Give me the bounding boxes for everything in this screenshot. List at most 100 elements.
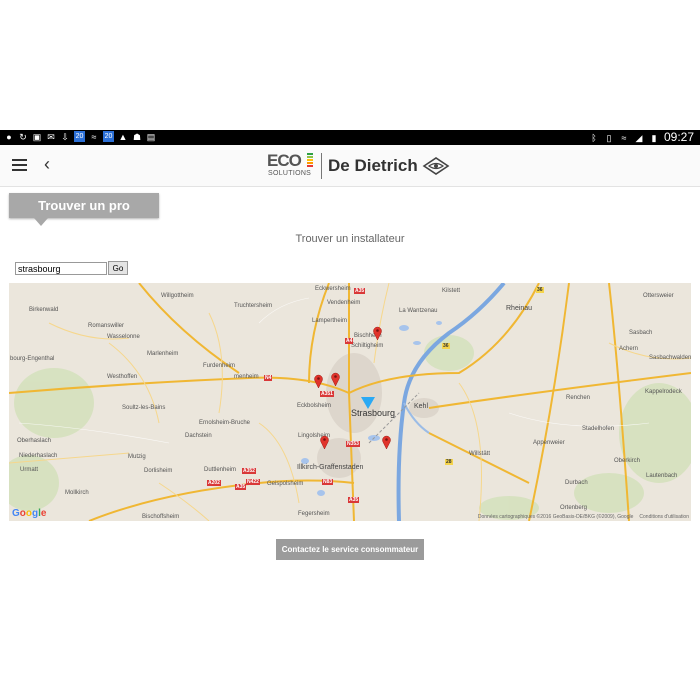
map-place-label: bourg-Engenthal: [10, 356, 55, 362]
app-header: ‹ ECO SOLUTIONS De Dietrich: [0, 145, 700, 187]
road-number-badge: N353: [346, 441, 360, 447]
map-place-label: Schiltigheim: [351, 343, 384, 349]
road-number-badge: N422: [246, 479, 260, 485]
map-background: [9, 283, 691, 521]
battery-icon: ▮: [651, 132, 657, 143]
map-place-label: Marlenheim: [147, 351, 179, 357]
eco-solutions-logo: ECO SOLUTIONS: [265, 151, 313, 181]
map-place-label: Dorlisheim: [144, 468, 173, 474]
back-arrow-icon[interactable]: ‹: [44, 154, 50, 175]
map-place-label: Ortenberg: [560, 505, 588, 511]
contact-consumer-service-button[interactable]: Contactez le service consommateur: [276, 539, 424, 560]
eco-logo-text: ECO: [267, 151, 302, 170]
tab-trouver-un-pro[interactable]: Trouver un pro: [9, 193, 159, 218]
road-number-badge: N83: [322, 479, 334, 485]
road-number-badge: N4: [264, 375, 273, 381]
map-place-label: Sasbachwalden: [649, 355, 691, 361]
map-place-label: Romanswiller: [88, 323, 125, 329]
badge-20-icon: 20: [74, 131, 85, 142]
eco-energy-bar: [307, 165, 313, 167]
download-icon: ⇩: [61, 131, 69, 142]
road-number-badge: A202: [207, 480, 221, 486]
eco-logo-subtitle: SOLUTIONS: [268, 170, 312, 177]
map-place-label: Willstätt: [469, 451, 490, 457]
map-attribution: Données cartographiques ©2016 GeoBasis-D…: [478, 514, 689, 520]
map-place-label: menheim: [234, 374, 259, 380]
map-place-label: Kehl: [414, 403, 429, 410]
map-copyright-text: Données cartographiques ©2016 GeoBasis-D…: [477, 514, 634, 520]
map-place-label: Eckwersheim: [315, 286, 351, 292]
page-subtitle: Trouver un installateur: [295, 233, 405, 245]
status-bar: ● ↻ ▣ ✉ ⇩ 20 ≈ 20 ▲ ☗ ▤ ᛒ ▯ ≈ ◢ ▮ 09:27: [0, 130, 700, 145]
map-place-label: Geispolsheim: [267, 481, 304, 487]
wifi-signal-icon: ≈: [621, 132, 627, 143]
eco-energy-bar: [307, 159, 313, 161]
clipboard-icon: ▤: [146, 131, 156, 142]
map-place-label: Dachstein: [185, 433, 212, 439]
installer-map-pin-icon[interactable]: [382, 435, 391, 449]
eco-energy-bars: [307, 153, 313, 168]
current-location-icon: [361, 397, 375, 409]
map-place-label: Renchen: [566, 395, 591, 401]
map-place-label: Mutzig: [128, 454, 146, 460]
map-place-label: La Wantzenau: [399, 308, 438, 314]
map-place-label: Bischoffsheim: [142, 514, 180, 520]
map-place-label: Lampertheim: [312, 318, 348, 324]
road-number-badge: A352: [242, 468, 256, 474]
go-button[interactable]: Go: [108, 261, 128, 275]
map-place-label: Mollkirch: [65, 490, 89, 496]
google-logo: Google: [12, 508, 47, 519]
bluetooth-icon: ᛒ: [591, 132, 597, 143]
vibrate-icon: ▯: [606, 132, 612, 143]
installer-map-pin-icon[interactable]: [373, 326, 382, 340]
hamburger-menu-icon[interactable]: [12, 159, 27, 171]
brand-divider: [321, 153, 322, 179]
eco-energy-bar: [307, 162, 313, 164]
map-place-label: Ottersweier: [643, 293, 674, 299]
location-search-input[interactable]: [15, 262, 107, 275]
status-bar-notifications: ● ↻ ▣ ✉ ⇩ 20 ≈ 20 ▲ ☗ ▤: [4, 131, 156, 142]
map-place-label: Soultz-les-Bains: [122, 405, 166, 411]
map-place-label: Illkirch-Graffenstaden: [297, 464, 364, 471]
brand-logo: ECO SOLUTIONS De Dietrich: [265, 151, 450, 181]
de-dietrich-logo-text: De Dietrich: [328, 156, 418, 175]
lock-icon: ▣: [32, 131, 42, 142]
map-place-label: Birkenwald: [29, 307, 59, 313]
map-place-label: Oberhaslach: [17, 438, 52, 444]
map-view[interactable]: Eckwersheim Kilstett Ottersweier Willgotthe…: [9, 283, 691, 521]
map-place-label: Stadelhofen: [582, 426, 615, 432]
map-place-label: Strasbourg: [351, 408, 396, 418]
road-number-badge: 28: [445, 459, 453, 465]
shield-icon: ●: [6, 131, 12, 142]
map-place-label: Ernolsheim-Bruche: [199, 420, 251, 426]
eco-energy-bar: [307, 153, 313, 155]
cell-signal-icon: ◢: [635, 132, 643, 143]
road-number-badge: A35: [354, 288, 366, 294]
eco-energy-bar: [307, 156, 313, 158]
map-place-label: Sasbach: [629, 330, 653, 336]
road-number-badge: 36: [536, 287, 544, 293]
map-place-label: Lautenbach: [646, 473, 678, 479]
map-place-label: Fegersheim: [298, 511, 330, 517]
map-place-label: Vendenheim: [327, 300, 361, 306]
map-place-label: Eckbolsheim: [297, 403, 332, 409]
de-dietrich-emblem-icon: [422, 157, 450, 175]
map-place-label: Oberkirch: [614, 458, 641, 464]
triangle-icon: ▲: [118, 131, 128, 142]
installer-map-pin-icon[interactable]: [331, 372, 340, 386]
map-place-label: Westhoffen: [107, 374, 138, 380]
android-icon: ☗: [132, 131, 142, 142]
map-place-label: Niederhaslach: [19, 453, 58, 459]
wifi-icon: ≈: [91, 131, 97, 142]
status-bar-system: ᛒ ▯ ≈ ◢ ▮ 09:27: [589, 131, 694, 144]
installer-map-pin-icon[interactable]: [320, 435, 329, 449]
installer-map-pin-icon[interactable]: [314, 374, 323, 388]
map-place-label: Rheinau: [506, 305, 533, 312]
map-place-label: Truchtersheim: [234, 303, 273, 309]
map-terms-link[interactable]: Conditions d'utilisation: [639, 514, 689, 520]
road-number-badge: A35: [235, 484, 247, 490]
map-place-label: Durbach: [565, 480, 588, 486]
tab-pointer: [34, 218, 48, 226]
refresh-icon: ↻: [19, 131, 27, 142]
map-place-label: Kappelrodeck: [645, 389, 682, 395]
